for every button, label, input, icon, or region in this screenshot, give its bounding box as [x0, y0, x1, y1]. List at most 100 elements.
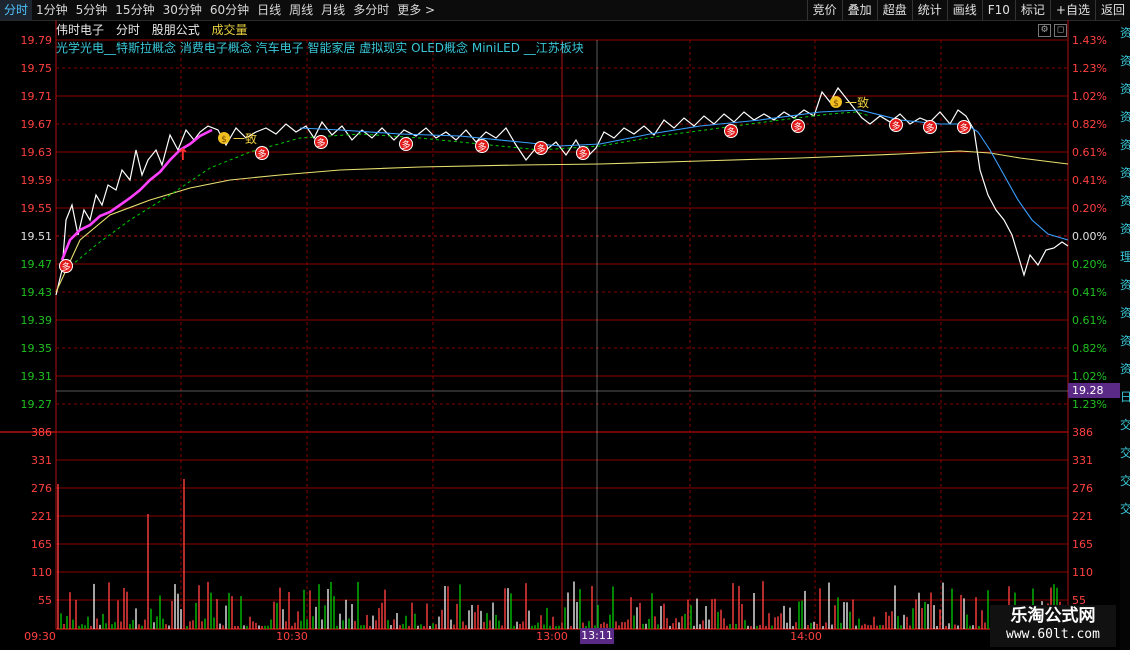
period-tab-7[interactable]: 周线: [285, 0, 317, 20]
buy-signal-text: 多: [61, 261, 70, 273]
period-tab-9[interactable]: 多分时: [349, 0, 393, 20]
price-tick-label: 19.51: [21, 230, 53, 243]
watermark-title: 乐淘公式网: [1010, 606, 1096, 626]
volume-tick-label-right: 165: [1072, 538, 1093, 551]
volume-tick-label-right: 276: [1072, 482, 1093, 495]
settings-icon[interactable]: ⚙: [1038, 24, 1051, 37]
volume-tick-label: 386: [31, 426, 52, 439]
volume-tick-label: 165: [31, 538, 52, 551]
pct-tick-label: 0.41%: [1072, 286, 1107, 299]
consistent-signal-text: 一致: [233, 132, 257, 146]
action-button-8[interactable]: 返回: [1094, 0, 1130, 20]
action-button-7[interactable]: +自选: [1049, 0, 1095, 20]
pct-tick-label: 0.82%: [1072, 118, 1107, 131]
side-strip-char: 资: [1120, 306, 1130, 320]
price-tick-label: 19.27: [21, 398, 53, 411]
side-strip-char: 交: [1120, 474, 1130, 488]
volume-tick-label: 110: [31, 566, 52, 579]
buy-arrow-icon: ↑: [176, 145, 189, 164]
period-tab-3[interactable]: 15分钟: [111, 0, 158, 20]
pct-tick-label: 0.00%: [1072, 230, 1107, 243]
period-tab-4[interactable]: 30分钟: [159, 0, 206, 20]
side-strip-char: 资: [1120, 54, 1130, 68]
consistent-signal-text: 一致: [845, 96, 869, 110]
volume-tick-label-right: 221: [1072, 510, 1093, 523]
pct-tick-label: 1.02%: [1072, 370, 1107, 383]
price-tick-label: 19.75: [21, 62, 53, 75]
intraday-chart[interactable]: 19.79 1.43% 19.75 1.23% 19.71 1.02% 19.67 0.82%…: [0, 20, 1120, 650]
watermark-logo: 乐淘公式网 www.60lt.com: [990, 605, 1116, 647]
side-info-strip: 资资资资资资资资理资资资资日交交交交: [1120, 20, 1130, 650]
buy-signal-text: 多: [401, 139, 410, 151]
price-tick-label: 19.67: [21, 118, 53, 131]
volume-tick-label-right: 386: [1072, 426, 1093, 439]
period-tab-5[interactable]: 60分钟: [206, 0, 253, 20]
side-strip-char: 资: [1120, 110, 1130, 124]
action-button-1[interactable]: 叠加: [841, 0, 877, 20]
period-tab-1[interactable]: 1分钟: [32, 0, 72, 20]
time-axis-label: 10:30: [276, 630, 308, 643]
price-tick-label: 19.59: [21, 174, 53, 187]
money-bag-symbol: $: [833, 99, 839, 109]
volume-tick-label-right: 110: [1072, 566, 1093, 579]
side-strip-char: 资: [1120, 82, 1130, 96]
price-tick-label: 19.63: [21, 146, 53, 159]
pct-tick-label: 1.23%: [1072, 62, 1107, 75]
time-axis-label: 09:30: [24, 630, 56, 643]
expand-icon[interactable]: ◻: [1054, 24, 1067, 37]
pct-tick-label: 1.43%: [1072, 34, 1107, 47]
trend-dash-line: [65, 111, 871, 271]
side-strip-char: 交: [1120, 502, 1130, 516]
side-strip-char: 理: [1120, 250, 1130, 264]
period-tab-10[interactable]: 更多 >: [393, 0, 439, 20]
pct-tick-label: 0.82%: [1072, 342, 1107, 355]
chart-info-line: 伟时电子 分时 股朋公式 成交量: [56, 22, 256, 38]
volume-tick-label: 221: [31, 510, 52, 523]
side-strip-char: 交: [1120, 418, 1130, 432]
action-button-4[interactable]: 画线: [946, 0, 982, 20]
mode-label: 分时: [115, 23, 140, 37]
period-tab-2[interactable]: 5分钟: [72, 0, 112, 20]
stock-name: 伟时电子: [56, 23, 105, 37]
side-strip-char: 资: [1120, 334, 1130, 348]
pct-tick-label: 0.61%: [1072, 314, 1107, 327]
price-tick-label: 19.35: [21, 342, 53, 355]
indicator-label: 成交量: [211, 23, 248, 37]
action-button-5[interactable]: F10: [981, 0, 1015, 20]
volume-tick-label: 331: [31, 454, 52, 467]
action-button-3[interactable]: 统计: [911, 0, 947, 20]
price-tick-label: 19.39: [21, 314, 53, 327]
side-strip-char: 资: [1120, 26, 1130, 40]
side-strip-char: 资: [1120, 222, 1130, 236]
time-axis-label: 14:00: [790, 630, 822, 643]
buy-signal-text: 多: [925, 122, 934, 134]
cursor-price-label: 19.28: [1068, 383, 1120, 398]
buy-signal-text: 多: [477, 141, 486, 153]
period-tab-0[interactable]: 分时: [0, 0, 33, 20]
money-bag-symbol: $: [221, 135, 227, 145]
cursor-time-label: 13:11: [580, 628, 614, 644]
side-strip-char: 资: [1120, 278, 1130, 292]
time-axis-label: 13:00: [536, 630, 568, 643]
pct-tick-label: 1.02%: [1072, 90, 1107, 103]
side-strip-char: 日: [1120, 390, 1130, 404]
pct-tick-label: 0.20%: [1072, 202, 1107, 215]
action-buttons: 竞价 叠加 超盘 统计 画线 F10 标记 +自选 返回: [806, 0, 1130, 20]
buy-signal-text: 多: [536, 143, 545, 155]
period-tab-6[interactable]: 日线: [253, 0, 285, 20]
buy-signal-text: 多: [257, 148, 266, 160]
buy-signal-text: 多: [726, 126, 735, 138]
watermark-url: www.60lt.com: [1006, 627, 1100, 642]
period-tab-8[interactable]: 月线: [317, 0, 349, 20]
volume-tick-label: 55: [38, 594, 52, 607]
action-button-2[interactable]: 超盘: [876, 0, 912, 20]
action-button-0[interactable]: 竞价: [806, 0, 842, 20]
price-tick-label: 19.43: [21, 286, 53, 299]
price-tick-label: 19.79: [21, 34, 53, 47]
volume-tick-label-right: 331: [1072, 454, 1093, 467]
moving-average-line: [299, 109, 1069, 241]
action-button-6[interactable]: 标记: [1014, 0, 1050, 20]
top-toolbar: 分时 1分钟 5分钟 15分钟 30分钟 60分钟 日线 周线 月线 多分时 更多 > 竞价 叠加 超盘…: [0, 0, 1130, 21]
pct-tick-label: 0.61%: [1072, 146, 1107, 159]
buy-signal-text: 多: [578, 148, 587, 160]
